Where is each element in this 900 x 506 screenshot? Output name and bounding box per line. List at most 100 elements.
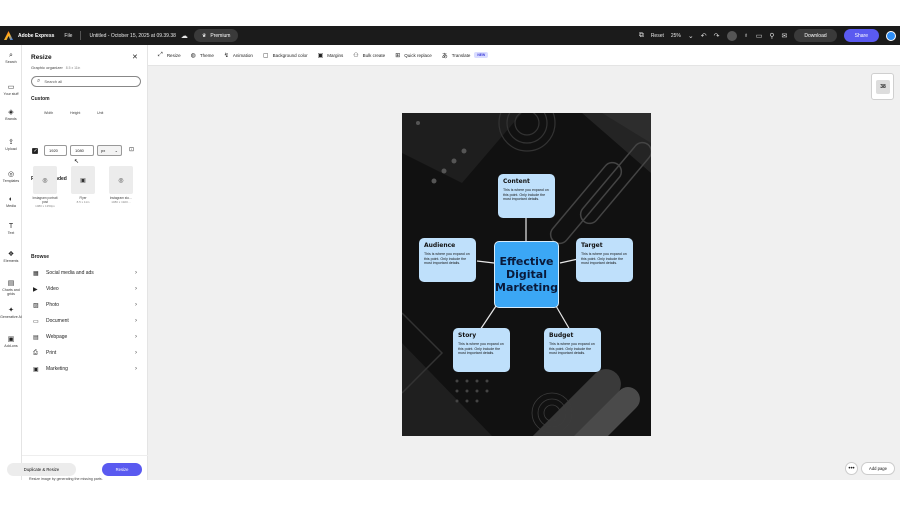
rail-item-media[interactable]: ◐ Media — [0, 196, 22, 208]
lock-aspect-icon[interactable]: ⊡ — [129, 146, 134, 153]
topic-body: This is where you expand on this point. … — [503, 188, 549, 202]
browse-item-webpage[interactable]: ▤ Webpage › — [33, 331, 137, 343]
tool-resize[interactable]: ⤢ Resize — [158, 52, 181, 59]
topic-title: Budget — [549, 332, 574, 339]
browse-item-social-media-and-ads[interactable]: ▦ Social media and ads › — [33, 267, 137, 279]
comment-icon[interactable]: ▭ — [756, 32, 763, 40]
rail-item-label: Text — [7, 231, 15, 235]
zoom-level[interactable]: 25% — [671, 33, 681, 39]
recommended-size-card[interactable]: ◎ Instagram sto… 1080 x 1920… — [107, 166, 135, 204]
tool-label: Resize — [166, 52, 181, 58]
invite-icon[interactable]: ⚲ — [769, 32, 774, 40]
rail-item-upload[interactable]: ⇪ Upload — [0, 139, 22, 151]
adobe-express-logo-icon[interactable] — [4, 31, 13, 40]
chevron-right-icon: › — [135, 350, 137, 356]
tool-label: Background color — [272, 52, 308, 58]
format-icon: ▣ — [71, 166, 95, 194]
topic-node-content[interactable]: Content This is where you expand on this … — [498, 174, 555, 218]
tool-quick-replace[interactable]: ⊞ Quick replace — [395, 52, 432, 59]
share-button[interactable]: Share — [843, 29, 879, 42]
height-field[interactable]: 1080 — [70, 145, 94, 156]
cloud-sync-icon[interactable]: ☁ — [181, 32, 188, 40]
lightbulb-icon[interactable]: ♁ — [744, 32, 749, 39]
rail-item-elements[interactable]: ❖ Elements — [0, 251, 22, 263]
topic-title: Content — [503, 178, 530, 185]
tool-theme[interactable]: ◍ Theme — [191, 52, 214, 59]
topic-node-audience[interactable]: Audience This is where you expand on this… — [419, 238, 476, 282]
design-canvas[interactable]: Effective Digital Marketing Content This i… — [402, 113, 651, 436]
recommended-size-card[interactable]: ▣ Flyer 8.5 x 11in — [69, 166, 97, 204]
panel-footer-divider — [22, 455, 148, 456]
tool-translate[interactable]: あ Translate NEW — [442, 51, 489, 60]
category-icon: ▨ — [33, 302, 39, 309]
rail-item-your-stuff[interactable]: ▭ Your stuff — [0, 84, 22, 96]
divider — [80, 31, 82, 40]
topic-title: Audience — [424, 242, 456, 249]
rail-item-brands[interactable]: ◈ Brands — [0, 109, 22, 121]
app-window: Adobe Express File Untitled - October 15… — [0, 26, 900, 481]
recommended-size-card[interactable]: ◎ Instagram portrait post 1080 x 1350px — [31, 166, 59, 208]
gift-icon[interactable]: ✉ — [782, 32, 788, 40]
tool-icon: ◍ — [190, 52, 196, 59]
more-options-icon[interactable]: ••• — [845, 462, 858, 475]
rail-item-generative-ai[interactable]: ✦ Generative AI — [0, 307, 22, 319]
tool-bulk-create[interactable]: ⚇ Bulk create — [353, 52, 385, 59]
rail-item-templates[interactable]: ◎ Templates — [0, 171, 22, 183]
rail-item-text[interactable]: T Text — [0, 223, 22, 235]
topic-body: This is where you expand on this point. … — [458, 342, 504, 356]
file-menu[interactable]: File — [64, 33, 72, 39]
premium-button[interactable]: ♛ Premium — [193, 29, 239, 42]
charts-and-grids-icon: ▤ — [7, 280, 15, 287]
browse-item-video[interactable]: ▶ Video › — [33, 283, 137, 295]
custom-size-checkbox[interactable] — [32, 148, 38, 154]
page-thumbnail-button[interactable]: 38 — [871, 73, 894, 100]
reset-button[interactable]: Reset — [651, 33, 664, 39]
close-icon[interactable]: ✕ — [132, 53, 138, 61]
rail-item-label: Add-ons — [4, 344, 18, 348]
topic-node-story[interactable]: Story This is where you expand on this po… — [453, 328, 510, 372]
custom-heading: Custom — [31, 96, 50, 102]
browse-item-print[interactable]: ⎙ Print › — [33, 347, 137, 359]
tool-margins[interactable]: ▣ Margins — [318, 52, 344, 59]
tool-label: Translate — [451, 52, 471, 58]
category-icon: ▶ — [33, 286, 38, 293]
editor-toolbar: ⤢ Resize ◍ Theme ↯ Animation ▢ Background color… — [148, 45, 900, 66]
category-icon: ▭ — [33, 318, 39, 325]
format-icon: ◎ — [33, 166, 57, 194]
rail-item-label: Templates — [2, 179, 20, 183]
topic-node-target[interactable]: Target This is where you expand on this p… — [576, 238, 633, 282]
rail-item-charts-and-grids[interactable]: ▤ Charts and grids — [0, 280, 22, 296]
topic-node-budget[interactable]: Budget This is where you expand on this p… — [544, 328, 601, 372]
search-input[interactable]: ⌕ Search all — [31, 76, 141, 87]
browse-item-label: Photo — [46, 302, 60, 308]
chevron-down-icon[interactable]: ⌄ — [688, 32, 694, 40]
tool-background-color[interactable]: ▢ Background color — [263, 52, 308, 59]
collaborator-avatar[interactable] — [726, 30, 737, 41]
format-name: Instagram portrait post — [32, 196, 58, 204]
user-avatar[interactable] — [886, 30, 896, 41]
panel-subtitle: Graphic organizer 8.5 x 11in — [31, 65, 80, 70]
resize-button[interactable]: Resize — [102, 463, 142, 476]
undo-icon[interactable]: ↶ — [701, 32, 707, 40]
document-title[interactable]: Untitled - October 15, 2025 at 09.39.38 — [89, 33, 175, 39]
rail-item-add-ons[interactable]: ▣ Add-ons — [0, 336, 22, 348]
browse-item-document[interactable]: ▭ Document › — [33, 315, 137, 327]
center-node[interactable]: Effective Digital Marketing — [494, 241, 559, 308]
unit-select[interactable]: px ⌄ — [97, 145, 122, 156]
rail-item-search[interactable]: ⌕ Search — [0, 52, 22, 64]
search-icon: ⌕ — [37, 78, 41, 84]
add-page-button[interactable]: Add page — [861, 462, 895, 475]
width-label: Width — [44, 111, 54, 115]
reset-icon[interactable]: ⧉ — [639, 32, 644, 40]
tool-animation[interactable]: ↯ Animation — [224, 52, 253, 59]
rail-item-label: Media — [6, 204, 16, 208]
browse-item-marketing[interactable]: ▣ Marketing › — [33, 363, 137, 375]
browse-item-label: Document — [46, 318, 69, 324]
browse-item-photo[interactable]: ▨ Photo › — [33, 299, 137, 311]
topic-title: Target — [581, 242, 603, 249]
width-field[interactable]: 1920 — [44, 145, 67, 156]
download-button[interactable]: Download — [794, 29, 837, 42]
rail-item-label: Generative AI — [0, 315, 22, 319]
duplicate-resize-button[interactable]: Duplicate & Resize — [7, 463, 76, 476]
redo-icon[interactable]: ↷ — [714, 32, 720, 40]
